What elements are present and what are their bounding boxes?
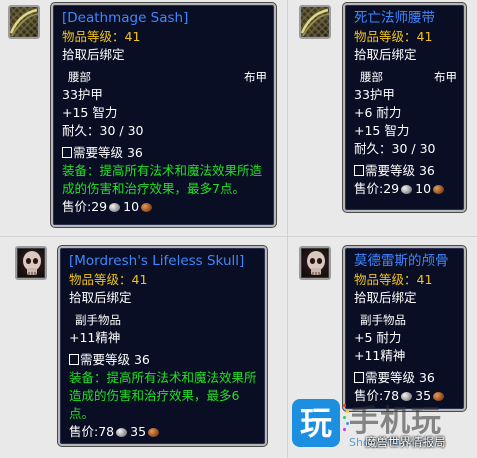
lifeless-skull-icon[interactable] <box>299 246 331 280</box>
copper-amount: 35 <box>130 424 147 439</box>
item-name: [Mordresh's Lifeless Skull] <box>69 253 245 269</box>
stat-armor: 33护甲 <box>354 87 395 102</box>
copper-coin-icon <box>433 185 445 194</box>
item-level: 物品等级：41 <box>354 272 433 287</box>
equip-slot: 腰部 <box>360 70 383 84</box>
skull-shape <box>307 251 325 275</box>
watermark-logo-icon: 玩 <box>292 399 340 447</box>
item-tooltip-deathmage-sash-cn: 死亡法师腰带 物品等级：41 拾取后绑定 腰部 布甲 33护甲 +6 耐力 +1… <box>343 3 466 212</box>
sell-price: 售价:78 35 <box>69 423 258 441</box>
copper-coin-icon <box>148 428 160 437</box>
item-level: 物品等级：41 <box>354 29 433 44</box>
silver-coin-icon <box>116 428 128 437</box>
equip-effect: 装备：提高所有法术和魔法效果所造成的伤害和治疗效果，最多7点。 <box>62 163 263 196</box>
equip-slot: 腰部 <box>68 70 91 84</box>
checkbox-icon <box>69 354 79 365</box>
silver-amount: 29 <box>91 199 108 214</box>
checkbox-icon <box>354 372 364 383</box>
sell-price: 售价:29 10 <box>354 180 457 198</box>
equip-slot: 副手物品 <box>360 313 406 327</box>
sell-price-label: 售价: <box>354 181 384 196</box>
cloth-sash-icon[interactable] <box>299 5 331 39</box>
sell-price-label: 售价: <box>62 199 92 214</box>
stat-intellect: +15 智力 <box>62 105 118 120</box>
stat-armor: 33护甲 <box>62 87 103 102</box>
level-requirement: 需要等级 36 <box>69 351 258 369</box>
silver-coin-icon <box>109 203 121 212</box>
copper-coin-icon <box>141 203 153 212</box>
armor-type: 布甲 <box>244 70 267 84</box>
checkbox-icon <box>354 165 364 176</box>
sell-price: 售价:29 10 <box>62 198 267 216</box>
sell-price-label: 售价: <box>69 424 99 439</box>
bind-type: 拾取后绑定 <box>354 47 417 62</box>
equip-slot: 副手物品 <box>75 313 121 327</box>
armor-type: 布甲 <box>434 70 457 84</box>
sash-band-shape <box>301 8 329 37</box>
panel-divider-horizontal <box>0 236 477 237</box>
item-level: 物品等级：41 <box>69 272 148 287</box>
stat-stamina: +6 耐力 <box>354 105 402 120</box>
panel-divider-vertical <box>287 0 288 458</box>
item-tooltip-mordresh-skull: [Mordresh's Lifeless Skull] 物品等级：41 拾取后绑… <box>58 246 267 446</box>
level-requirement: 需要等级 36 <box>354 162 457 180</box>
silver-coin-icon <box>401 185 413 194</box>
stat-spirit: +11精神 <box>354 348 406 363</box>
item-level: 物品等级：41 <box>62 29 141 44</box>
bind-type: 拾取后绑定 <box>62 47 125 62</box>
watermark: 玩 手机玩 ShouJiWan.com 魔兽世界情报局 <box>289 396 477 458</box>
skull-shape <box>23 251 41 275</box>
item-tooltip-mordresh-skull-cn: 莫德雷斯的颅骨 物品等级：41 拾取后绑定 副手物品 +5 耐力 +11精神 需… <box>343 246 466 411</box>
cloth-sash-icon[interactable] <box>8 5 40 39</box>
bind-type: 拾取后绑定 <box>69 290 132 305</box>
item-tooltip-deathmage-sash: [Deathmage Sash] 物品等级：41 拾取后绑定 腰部 布甲 33护… <box>51 3 276 227</box>
copper-amount: 10 <box>415 181 432 196</box>
copper-amount: 10 <box>123 199 140 214</box>
checkbox-icon <box>62 147 72 158</box>
lifeless-skull-icon[interactable] <box>15 246 47 280</box>
item-name: [Deathmage Sash] <box>62 10 189 26</box>
sash-band-shape <box>10 8 38 37</box>
bind-type: 拾取后绑定 <box>354 290 417 305</box>
stat-durability: 耐久：30 / 30 <box>62 123 144 138</box>
stat-spirit: +11精神 <box>69 330 121 345</box>
stat-durability: 耐久：30 / 30 <box>354 141 436 156</box>
equip-effect: 装备：提高所有法术和魔法效果所造成的伤害和治疗效果，最多6点。 <box>69 370 257 421</box>
silver-amount: 29 <box>383 181 400 196</box>
item-name: 死亡法师腰带 <box>354 10 435 26</box>
stat-stamina: +5 耐力 <box>354 330 402 345</box>
item-name: 莫德雷斯的颅骨 <box>354 253 449 269</box>
watermark-subtitle: 魔兽世界情报局 <box>365 435 446 449</box>
silver-amount: 78 <box>98 424 115 439</box>
level-requirement: 需要等级 36 <box>354 369 457 387</box>
stat-intellect: +15 智力 <box>354 123 410 138</box>
level-requirement: 需要等级 36 <box>62 144 267 162</box>
